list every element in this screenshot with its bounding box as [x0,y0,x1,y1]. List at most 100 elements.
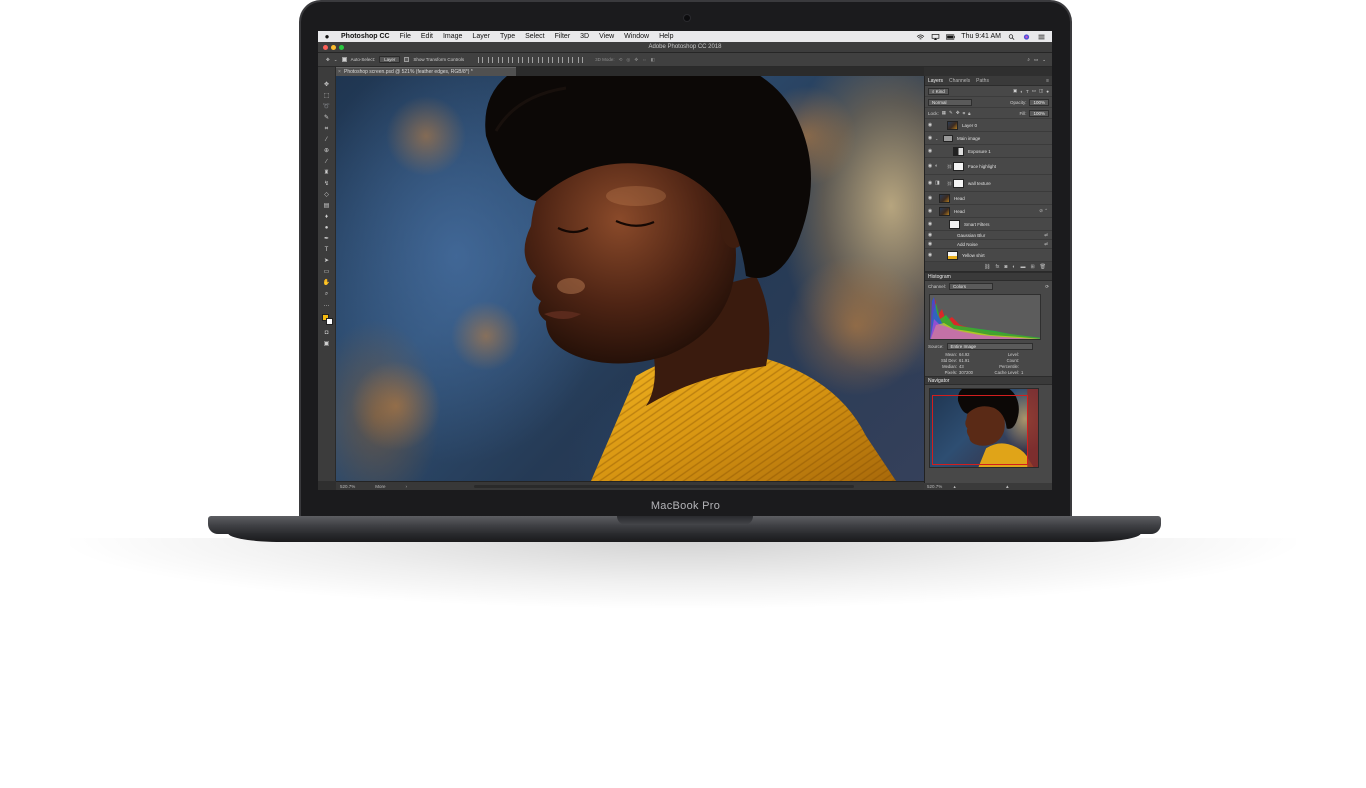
3d-pan-icon[interactable]: ✥ [634,57,638,63]
fill-input[interactable]: 100% [1029,109,1049,117]
auto-select-dropdown[interactable]: Layer [379,56,401,63]
tab-paths[interactable]: Paths [976,78,989,84]
apple-menu-icon[interactable]: ● [318,32,336,41]
move-tool-icon[interactable]: ✥ [323,81,330,89]
distribute-left-icon[interactable] [568,56,574,63]
3d-slide-icon[interactable]: ⇔ [642,57,647,62]
document-canvas[interactable] [336,76,924,481]
document-tab[interactable]: × Photoshop screen.psd @ 521% (feather e… [336,67,516,76]
menu-window[interactable]: Window [619,31,654,42]
layer-group-row[interactable]: ◉ ⌄ Main image [925,132,1052,145]
horizontal-scrollbar[interactable] [474,484,854,488]
smart-filter-row[interactable]: ◉ Add Noise ⇌ [925,240,1052,249]
visibility-eye-icon[interactable]: ◉ [925,221,935,227]
search-icon[interactable]: ⌕ [1027,57,1030,62]
menu-3d[interactable]: 3D [575,31,594,42]
panel-menu-icon[interactable]: ≡ [1046,78,1049,84]
filter-type-icon[interactable]: T [1026,89,1029,94]
background-color-swatch[interactable] [325,318,333,325]
spotlight-search-icon[interactable] [1007,33,1016,40]
link-layers-icon[interactable]: ⛓ [984,264,990,270]
crop-tool-icon[interactable]: ⌗ [323,125,330,133]
color-swatches[interactable] [321,314,333,326]
blend-mode-dropdown[interactable]: Normal [928,98,972,106]
lock-transparent-icon[interactable]: ▦ [942,110,946,116]
tool-preset-chevron-icon[interactable]: ⌄ [334,57,338,63]
menu-view[interactable]: View [594,31,619,42]
healing-brush-tool-icon[interactable]: ⊕ [323,147,330,155]
eraser-tool-icon[interactable]: ◇ [323,191,330,199]
marquee-tool-icon[interactable]: ⬚ [323,92,330,100]
new-layer-icon[interactable]: ⊞ [1030,264,1034,270]
new-adjustment-icon[interactable]: ◐ [1012,264,1015,270]
menu-photoshop[interactable]: Photoshop CC [336,31,395,42]
menu-layer[interactable]: Layer [467,31,495,42]
screen-mode-icon[interactable]: ▣ [323,340,330,348]
dodge-tool-icon[interactable]: ● [323,224,330,232]
distribute-top-icon[interactable] [538,56,544,63]
opacity-input[interactable]: 100% [1029,98,1049,106]
filter-toggle-icon[interactable]: ● [1046,89,1049,94]
visibility-eye-icon[interactable]: ◉ [925,135,935,141]
clone-stamp-tool-icon[interactable]: ♜ [323,169,330,177]
align-right-icon[interactable] [528,56,534,63]
visibility-eye-icon[interactable]: ◉ [925,208,935,214]
distribute-right-icon[interactable] [578,56,584,63]
align-hcenter-icon[interactable] [518,56,524,63]
path-selection-tool-icon[interactable]: ➤ [323,257,330,265]
lock-image-icon[interactable]: ✎ [949,110,953,116]
3d-scale-icon[interactable]: ◧ [651,57,655,63]
visibility-eye-icon[interactable]: ◉ [925,195,935,201]
delete-layer-icon[interactable]: 🗑︎ [1040,264,1046,270]
distribute-bottom-icon[interactable] [558,56,564,63]
hand-tool-icon[interactable]: ✋ [323,279,330,287]
notification-center-icon[interactable] [1037,34,1046,40]
filter-blending-options-icon[interactable]: ⇌ [1044,241,1048,247]
type-tool-icon[interactable]: T [323,246,330,254]
move-tool-icon[interactable]: ✥ [326,57,330,63]
lock-all-icon[interactable]: 🔒︎ [968,111,970,116]
brush-tool-icon[interactable]: ∕ [323,158,330,166]
filter-shape-icon[interactable]: ▭ [1032,88,1036,94]
menu-edit[interactable]: Edit [416,31,438,42]
workspace-switcher-icon[interactable]: ▭ [1034,57,1038,63]
status-arrow-icon[interactable]: › [406,484,408,489]
zoom-out-icon[interactable]: ▴ [954,484,956,489]
pen-tool-icon[interactable]: ✒ [323,235,330,243]
lasso-tool-icon[interactable]: ➰ [323,103,330,111]
zoom-tool-icon[interactable]: ⌕ [323,290,330,298]
group-expand-chevron-icon[interactable]: ⌄ [935,136,943,141]
wifi-icon[interactable] [916,33,925,40]
navigator-preview[interactable] [929,388,1039,468]
visibility-eye-icon[interactable]: ◉ [925,180,935,186]
quick-selection-tool-icon[interactable]: ✎ [323,114,330,122]
close-document-icon[interactable]: × [338,68,341,76]
visibility-eye-icon[interactable]: ◉ [925,122,935,128]
layer-style-fx-icon[interactable]: fx [995,264,999,270]
filter-pixel-icon[interactable]: ▣ [1013,88,1017,94]
history-brush-tool-icon[interactable]: ↯ [323,180,330,188]
menu-type[interactable]: Type [495,31,520,42]
battery-icon[interactable] [946,33,956,40]
menubar-clock[interactable]: Thu 9:41 AM [961,33,1001,40]
new-group-icon[interactable]: ▬ [1020,264,1025,270]
distribute-vcenter-icon[interactable] [548,56,554,63]
layer-row[interactable]: ◉ Head [925,192,1052,205]
filter-blending-options-icon[interactable]: ⇌ [1044,232,1048,238]
align-vcenter-icon[interactable] [488,56,494,63]
airplay-icon[interactable] [931,33,940,40]
workspace-chevron-icon[interactable]: ⌄ [1042,57,1046,63]
rectangle-tool-icon[interactable]: ▭ [323,268,330,276]
menu-select[interactable]: Select [520,31,549,42]
smart-object-layer-row[interactable]: ◉ Head ⊘ ⌃ [925,205,1052,218]
blur-tool-icon[interactable]: ♦ [323,213,330,221]
siri-icon[interactable] [1022,33,1031,40]
visibility-eye-icon[interactable]: ◉ [925,163,935,169]
add-mask-icon[interactable]: ◙ [1004,264,1007,270]
layer-filter-kind-dropdown[interactable]: ⌕ Kind [928,87,949,95]
align-bottom-icon[interactable] [498,56,504,63]
3d-roll-icon[interactable]: ◎ [626,57,630,63]
align-top-icon[interactable] [478,56,484,63]
zoom-in-icon[interactable]: ▲ [1005,484,1009,489]
layer-row[interactable]: ◉ Yellow shirt [925,249,1052,262]
